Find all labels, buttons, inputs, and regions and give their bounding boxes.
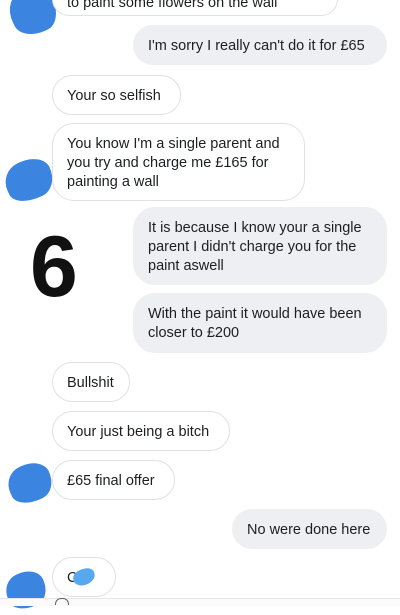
message-text: You know I'm a single parent and you try… <box>67 136 280 190</box>
heart-icon[interactable] <box>55 598 69 605</box>
message-text: With the paint it would have been closer… <box>148 306 362 341</box>
message-bubble-incoming: to paint some flowers on the wall <box>52 0 338 16</box>
message-bubble-outgoing: It is because I know your a single paren… <box>133 207 387 285</box>
message-bubble-outgoing: I'm sorry I really can't do it for £65 <box>133 25 387 65</box>
censored-avatar <box>0 565 52 615</box>
message-text: No were done here <box>247 522 371 538</box>
message-text: It is because I know your a single paren… <box>148 220 362 274</box>
message-text: Your just being a bitch <box>67 424 210 440</box>
message-bubble-incoming: £65 final offer <box>52 460 175 500</box>
message-text: Bullshit <box>67 375 114 391</box>
message-bubble-outgoing: No were done here <box>232 509 387 549</box>
message-text: I'm sorry I really can't do it for £65 <box>148 38 365 54</box>
message-bubble-incoming: Your just being a bitch <box>52 411 230 451</box>
message-text: to paint some flowers on the wall <box>67 0 278 11</box>
message-bubble-outgoing: With the paint it would have been closer… <box>133 293 387 353</box>
censored-avatar <box>0 151 60 209</box>
message-text: £65 final offer <box>67 473 155 489</box>
overlay-number: 6 <box>30 219 78 315</box>
message-bubble-incoming: Your so selfish <box>52 75 181 115</box>
message-bubble-incoming: Bullshit <box>52 362 130 402</box>
message-text: Your so selfish <box>67 88 161 104</box>
censored-avatar <box>2 456 58 510</box>
message-bubble-incoming: You know I'm a single parent and you try… <box>52 123 305 201</box>
